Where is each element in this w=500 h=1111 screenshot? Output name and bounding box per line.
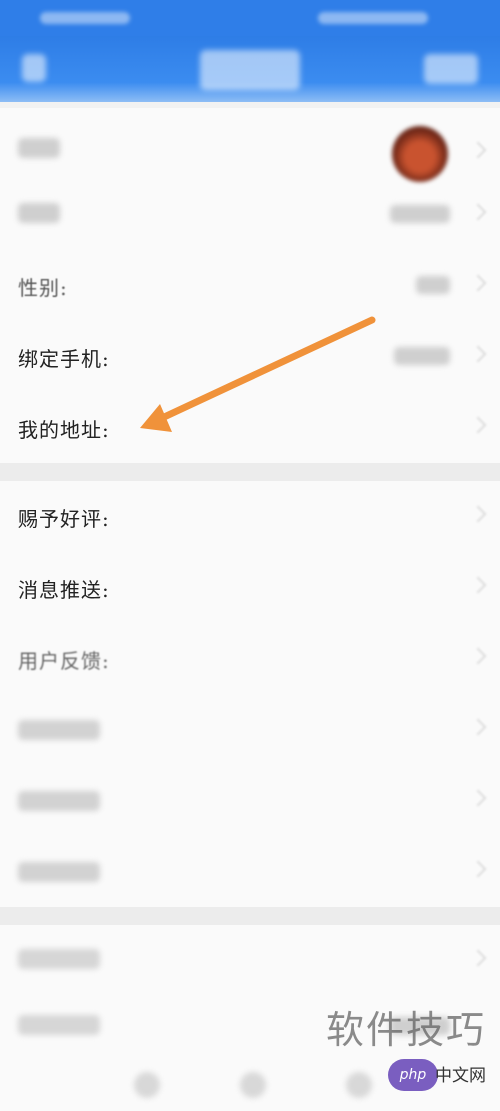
row-my-address[interactable]: 我的地址: (0, 392, 500, 463)
chevron-right-icon (469, 949, 487, 967)
status-left-blur (40, 12, 130, 24)
chevron-right-icon (469, 274, 487, 292)
row-label-blur (18, 791, 100, 811)
chevron-right-icon (469, 576, 487, 594)
chevron-right-icon (469, 505, 487, 523)
row-label-blur (18, 949, 100, 969)
nav-action-button[interactable] (424, 54, 478, 84)
row-label: 赐予好评: (18, 507, 110, 531)
row-blurred-3[interactable] (0, 836, 500, 907)
watermark-site: 中文网 (435, 1066, 486, 1086)
row-value (394, 347, 450, 365)
chevron-right-icon (469, 203, 487, 221)
row-feedback[interactable]: 用户反馈: (0, 623, 500, 694)
section-profile: 性别: 绑定手机: 我的地址: (0, 108, 500, 463)
chevron-right-icon (469, 860, 487, 878)
chevron-right-icon (469, 345, 487, 363)
row-gender[interactable]: 性别: (0, 250, 500, 321)
php-logo: php (388, 1059, 438, 1091)
tab-icon[interactable] (134, 1072, 160, 1098)
section-divider (0, 463, 500, 481)
row-avatar[interactable] (0, 108, 500, 182)
nav-bar (0, 36, 500, 102)
chevron-right-icon (469, 416, 487, 434)
row-label-blur (18, 1015, 100, 1035)
row-blurred-2[interactable] (0, 765, 500, 836)
row-blurred-1[interactable] (0, 694, 500, 765)
chevron-right-icon (469, 141, 487, 159)
row-rate-app[interactable]: 赐予好评: (0, 481, 500, 552)
chevron-right-icon (469, 789, 487, 807)
row-label: 用户反馈: (18, 649, 110, 673)
row-label-blur (18, 862, 100, 882)
section-settings: 赐予好评: 消息推送: 用户反馈: (0, 481, 500, 907)
row-label-blur (18, 203, 60, 223)
tab-icon[interactable] (240, 1072, 266, 1098)
status-right-blur (318, 12, 428, 24)
section-divider (0, 907, 500, 925)
row-value (390, 205, 450, 223)
chevron-right-icon (469, 647, 487, 665)
page-title (200, 50, 300, 90)
row-label: 绑定手机: (18, 347, 110, 371)
row-label: 性别: (18, 276, 68, 300)
watermark-text: 软件技巧 (326, 1008, 487, 1052)
chevron-right-icon (469, 718, 487, 736)
row-label: 消息推送: (18, 578, 110, 602)
row-blurred-4[interactable] (0, 925, 500, 991)
avatar[interactable] (392, 126, 448, 182)
row-bind-phone[interactable]: 绑定手机: (0, 321, 500, 392)
status-bar (0, 0, 500, 36)
row-label-blur (18, 138, 60, 158)
row-value (416, 276, 450, 294)
row-label: 我的地址: (18, 418, 110, 442)
row-nickname[interactable] (0, 179, 500, 250)
watermark: 软件技巧 php 中文网 (326, 999, 486, 1103)
row-label-blur (18, 720, 100, 740)
back-icon[interactable] (22, 54, 46, 82)
row-push-notifications[interactable]: 消息推送: (0, 552, 500, 623)
